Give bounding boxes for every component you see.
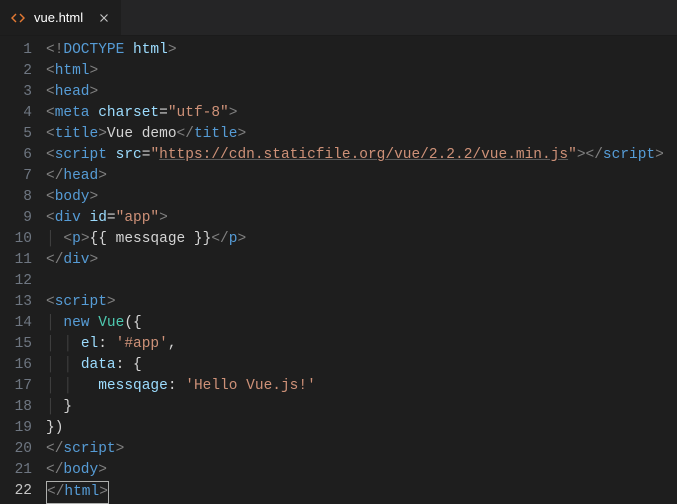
line-number: 4 (0, 103, 32, 124)
tab-bar: vue.html (0, 0, 677, 36)
line-number: 21 (0, 460, 32, 481)
line-number: 1 (0, 40, 32, 61)
code-line[interactable]: <body> (46, 187, 677, 208)
line-number: 19 (0, 418, 32, 439)
line-number: 14 (0, 313, 32, 334)
code-line[interactable]: <head> (46, 82, 677, 103)
code-line[interactable]: │ <p>{{ messqage }}</p> (46, 229, 677, 250)
code-line[interactable]: <title>Vue demo</title> (46, 124, 677, 145)
line-number: 17 (0, 376, 32, 397)
code-line[interactable]: <script src="https://cdn.staticfile.org/… (46, 145, 677, 166)
line-number: 12 (0, 271, 32, 292)
line-number: 2 (0, 61, 32, 82)
code-editor[interactable]: 12345678910111213141516171819202122 <!DO… (0, 36, 677, 502)
line-number: 20 (0, 439, 32, 460)
line-number: 10 (0, 229, 32, 250)
code-line[interactable]: │ new Vue({ (46, 313, 677, 334)
code-line[interactable]: }) (46, 418, 677, 439)
code-line[interactable]: <div id="app"> (46, 208, 677, 229)
code-line[interactable] (46, 271, 677, 292)
code-line[interactable]: </body> (46, 460, 677, 481)
line-number: 11 (0, 250, 32, 271)
line-number: 16 (0, 355, 32, 376)
code-line[interactable]: </script> (46, 439, 677, 460)
line-number: 13 (0, 292, 32, 313)
line-number: 7 (0, 166, 32, 187)
line-number: 3 (0, 82, 32, 103)
code-line[interactable]: </head> (46, 166, 677, 187)
code-line[interactable]: <script> (46, 292, 677, 313)
cursor-selection: </html> (46, 481, 109, 504)
line-number: 5 (0, 124, 32, 145)
line-number: 9 (0, 208, 32, 229)
code-line[interactable]: </div> (46, 250, 677, 271)
tab-filename: vue.html (34, 10, 83, 25)
code-line[interactable]: │ } (46, 397, 677, 418)
line-number-gutter: 12345678910111213141516171819202122 (0, 40, 46, 502)
close-icon[interactable] (97, 11, 111, 25)
code-area[interactable]: <!DOCTYPE html><html><head><meta charset… (46, 40, 677, 502)
line-number: 15 (0, 334, 32, 355)
code-file-icon (10, 10, 26, 26)
tab-vue-html[interactable]: vue.html (0, 0, 121, 35)
code-line[interactable]: </html> (46, 481, 677, 502)
code-line[interactable]: <!DOCTYPE html> (46, 40, 677, 61)
code-line[interactable]: │ │ messqage: 'Hello Vue.js!' (46, 376, 677, 397)
line-number: 6 (0, 145, 32, 166)
line-number: 18 (0, 397, 32, 418)
line-number: 22 (0, 481, 32, 502)
code-line[interactable]: │ │ data: { (46, 355, 677, 376)
line-number: 8 (0, 187, 32, 208)
code-line[interactable]: <meta charset="utf-8"> (46, 103, 677, 124)
code-line[interactable]: <html> (46, 61, 677, 82)
code-line[interactable]: │ │ el: '#app', (46, 334, 677, 355)
